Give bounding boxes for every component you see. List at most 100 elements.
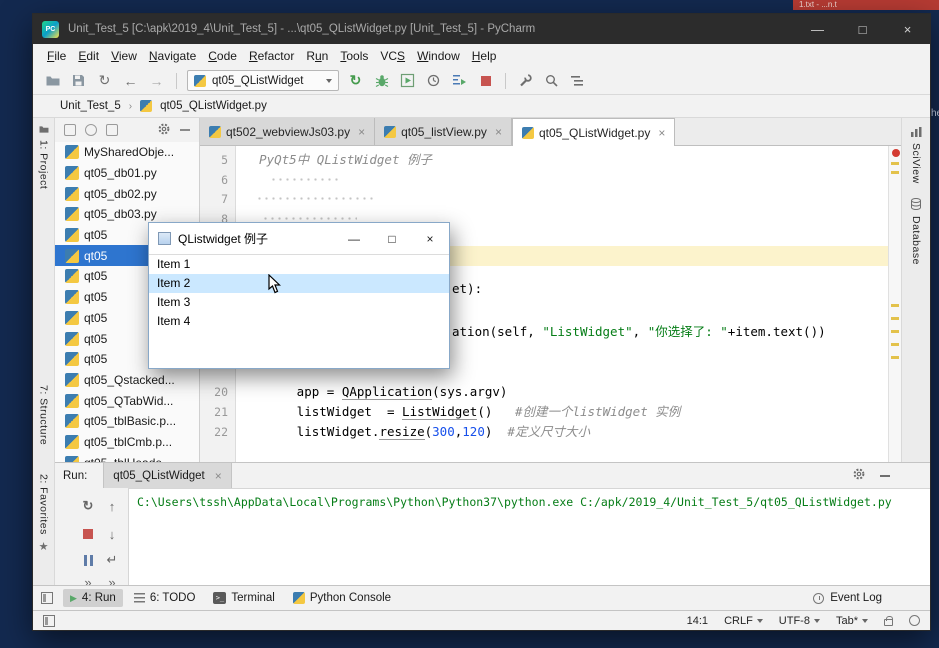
pause-output-icon[interactable] <box>80 552 96 568</box>
code-line[interactable]: listWidget.resize(300,120) #定义尺寸大小 <box>236 422 888 442</box>
tree-item[interactable]: qt05_tblHeade... <box>55 452 199 462</box>
line-number[interactable]: 22 <box>200 425 228 439</box>
structure-icon[interactable] <box>568 71 587 90</box>
menu-code[interactable]: Code <box>202 46 243 66</box>
run-configuration-select[interactable]: qt05_QListWidget <box>187 70 339 91</box>
toolbar-item-terminal[interactable]: >_ Terminal <box>206 589 281 607</box>
warning-mark[interactable] <box>891 343 899 346</box>
hide-panel-icon[interactable] <box>880 475 890 477</box>
warning-mark[interactable] <box>891 162 899 165</box>
menu-vcs[interactable]: VCS <box>374 46 411 66</box>
toolbar-item-todo[interactable]: 6: TODO <box>127 589 203 607</box>
warning-mark[interactable] <box>891 317 899 320</box>
tab-qt05-qlistwidget[interactable]: qt05_QListWidget.py × <box>512 118 675 146</box>
back-icon[interactable]: ← <box>121 71 140 90</box>
indent-select[interactable]: Tab* <box>836 615 868 627</box>
inspection-profile-icon[interactable] <box>909 615 920 626</box>
maximize-button[interactable]: □ <box>840 14 885 44</box>
stop-icon[interactable] <box>476 71 495 90</box>
run-tab[interactable]: qt05_QListWidget × <box>103 463 231 488</box>
caret-position[interactable]: 14:1 <box>687 615 708 627</box>
tab-qt502-webviewjs03[interactable]: qt502_webviewJs03.py × <box>200 118 375 145</box>
warning-mark[interactable] <box>891 304 899 307</box>
search-icon[interactable] <box>542 71 561 90</box>
close-icon[interactable]: × <box>215 469 222 483</box>
list-item[interactable]: Item 3 <box>149 293 449 312</box>
close-icon[interactable]: × <box>658 126 665 140</box>
menu-file[interactable]: File <box>41 46 72 66</box>
qt-maximize-button[interactable]: □ <box>373 223 411 254</box>
down-stack-icon[interactable]: ↓ <box>104 526 120 542</box>
stop-icon[interactable] <box>80 526 96 542</box>
run-console[interactable]: C:\Users\tssh\AppData\Local\Programs\Pyt… <box>128 488 930 585</box>
coverage-icon[interactable] <box>398 71 417 90</box>
menu-view[interactable]: View <box>105 46 143 66</box>
qt-close-button[interactable]: × <box>411 223 449 254</box>
title-bar[interactable]: PC Unit_Test_5 [C:\apk\2019_4\Unit_Test_… <box>33 14 930 44</box>
save-icon[interactable] <box>69 71 88 90</box>
view-options-icon[interactable] <box>64 124 76 136</box>
code-line[interactable]: app = QApplication(sys.argv) <box>236 382 888 402</box>
close-icon[interactable]: × <box>358 125 365 139</box>
close-icon[interactable]: × <box>495 125 502 139</box>
menu-navigate[interactable]: Navigate <box>143 46 202 66</box>
debug-icon[interactable] <box>372 71 391 90</box>
list-item[interactable]: Item 1 <box>149 255 449 274</box>
tree-item[interactable]: MySharedObje... <box>55 142 199 163</box>
menu-refactor[interactable]: Refactor <box>243 46 300 66</box>
settings-icon[interactable] <box>157 122 171 139</box>
sidebar-item-database[interactable]: Database <box>910 198 922 265</box>
menu-tools[interactable]: Tools <box>334 46 374 66</box>
open-icon[interactable] <box>43 71 62 90</box>
forward-icon[interactable]: → <box>147 71 166 90</box>
code-line[interactable]: listWidget = ListWidget() #创建一个listWidge… <box>236 402 888 422</box>
tool-window-switcher-icon[interactable] <box>41 592 53 604</box>
lock-icon[interactable] <box>884 619 893 626</box>
hide-panel-icon[interactable] <box>180 129 190 131</box>
sidebar-item-favorites[interactable]: 2: Favorites ★ <box>38 474 50 553</box>
tree-item[interactable]: qt05_Qstacked... <box>55 370 199 391</box>
warning-mark[interactable] <box>891 356 899 359</box>
settings-icon[interactable] <box>852 467 866 484</box>
breadcrumb-file[interactable]: qt05_QListWidget.py <box>160 100 267 112</box>
close-button[interactable]: × <box>885 14 930 44</box>
line-number[interactable]: 5 <box>200 153 228 167</box>
rerun-icon[interactable]: ↻ <box>80 498 96 514</box>
warning-mark[interactable] <box>891 171 899 174</box>
line-number[interactable]: 21 <box>200 405 228 419</box>
sidebar-item-structure[interactable]: 7: Structure <box>38 385 50 445</box>
menu-run[interactable]: Run <box>300 46 334 66</box>
locate-file-icon[interactable] <box>85 124 97 136</box>
tab-qt05-listview[interactable]: qt05_listView.py × <box>375 118 512 145</box>
warning-mark[interactable] <box>891 330 899 333</box>
wrench-icon[interactable] <box>516 71 535 90</box>
breadcrumb-project[interactable]: Unit_Test_5 <box>60 100 121 112</box>
qt-title-bar[interactable]: QListwidget 例子 — □ × <box>149 223 449 254</box>
menu-edit[interactable]: Edit <box>72 46 105 66</box>
tool-window-toggle-icon[interactable] <box>43 615 55 627</box>
line-separator-select[interactable]: CRLF <box>724 615 763 627</box>
collapse-all-icon[interactable] <box>106 124 118 136</box>
list-item[interactable]: Item 2 <box>149 274 449 293</box>
sync-icon[interactable]: ↻ <box>95 71 114 90</box>
sidebar-item-sciview[interactable]: SciView <box>910 126 922 184</box>
encoding-select[interactable]: UTF-8 <box>779 615 820 627</box>
line-number[interactable]: 20 <box>200 385 228 399</box>
line-number[interactable]: 7 <box>200 192 228 206</box>
tree-item[interactable]: qt05_db02.py <box>55 183 199 204</box>
toolbar-item-python-console[interactable]: Python Console <box>286 589 398 607</box>
menu-help[interactable]: Help <box>466 46 503 66</box>
tree-item[interactable]: qt05_db01.py <box>55 163 199 184</box>
event-log-button[interactable]: Event Log <box>813 592 882 604</box>
menu-window[interactable]: Window <box>411 46 466 66</box>
qt-minimize-button[interactable]: — <box>335 223 373 254</box>
soft-wrap-icon[interactable]: ↵ <box>104 552 120 568</box>
up-stack-icon[interactable]: ↑ <box>104 498 120 514</box>
minimize-button[interactable]: — <box>795 14 840 44</box>
tree-item[interactable]: qt05_tblCmb.p... <box>55 432 199 453</box>
tree-item[interactable]: qt05_tblBasic.p... <box>55 411 199 432</box>
profiler-icon[interactable] <box>424 71 443 90</box>
tree-item[interactable]: qt05_QTabWid... <box>55 390 199 411</box>
inspection-indicator-icon[interactable] <box>892 149 900 157</box>
line-number[interactable]: 6 <box>200 173 228 187</box>
